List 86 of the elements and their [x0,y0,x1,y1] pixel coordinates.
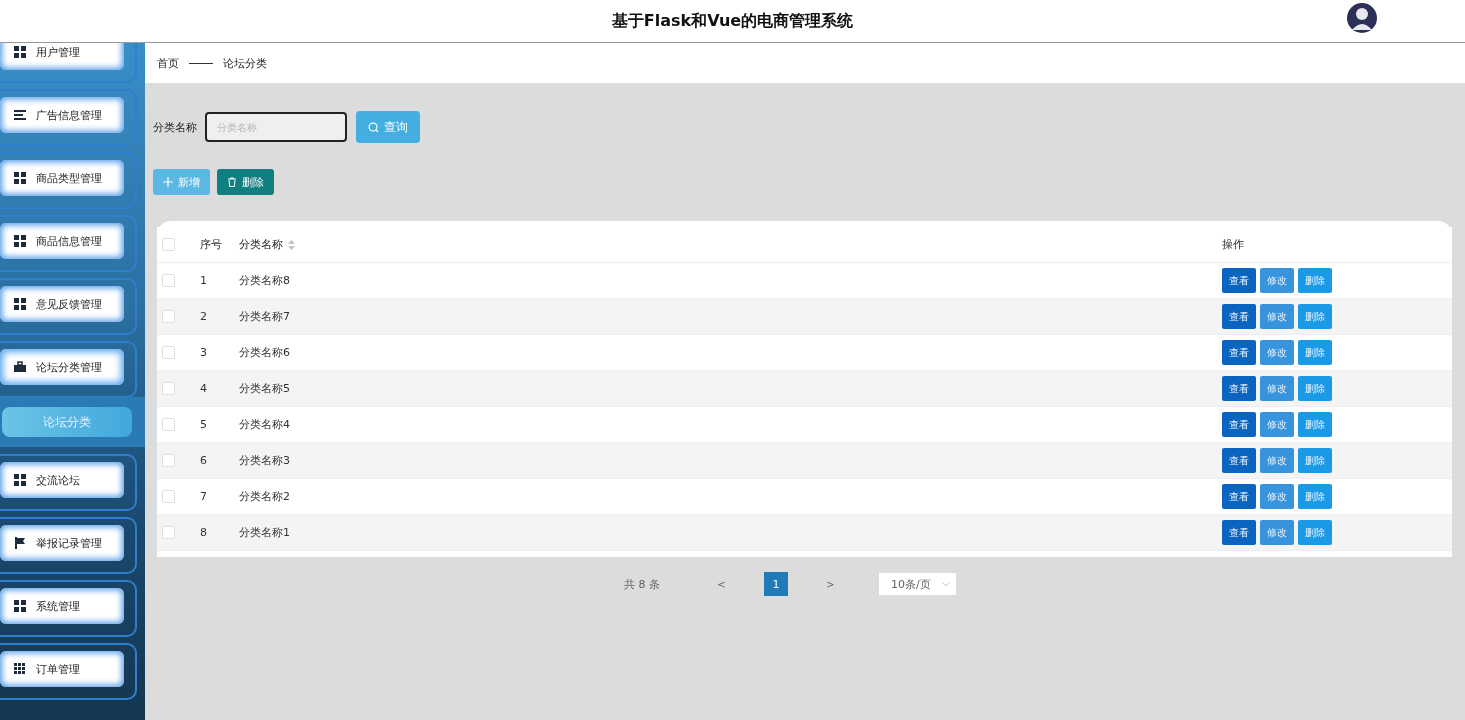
row-checkbox[interactable] [162,310,175,323]
table-cell: 7 [200,490,207,503]
edit-button[interactable]: 修改 [1260,268,1294,293]
menu-item[interactable]: 商品信息管理 [0,223,124,259]
search-label: 分类名称 [153,119,197,135]
delete-button[interactable]: 删除 [1298,484,1332,509]
grid-icon [14,298,26,310]
grid-icon [14,474,26,486]
row-checkbox[interactable] [162,346,175,359]
delete-button[interactable]: 删除 [1298,304,1332,329]
menu-item[interactable]: 交流论坛 [0,462,124,498]
menu-item[interactable]: 系统管理 [0,588,124,624]
view-button[interactable]: 查看 [1222,448,1256,473]
edit-button[interactable]: 修改 [1260,304,1294,329]
trash-icon [227,177,237,187]
table-cell: 分类名称5 [239,381,290,396]
lines-icon [14,109,26,121]
table-cell: 4 [200,382,207,395]
view-button[interactable]: 查看 [1222,304,1256,329]
page-size-select[interactable]: 10条/页 [879,573,956,595]
avatar-icon[interactable] [1347,3,1377,33]
chevron-down-icon [942,581,950,587]
table-cell: 分类名称8 [239,273,290,288]
row-checkbox[interactable] [162,454,175,467]
view-button[interactable]: 查看 [1222,412,1256,437]
grid-icon [14,172,26,184]
delete-button[interactable]: 删除 [1298,376,1332,401]
view-button[interactable]: 查看 [1222,340,1256,365]
column-header: 操作 [1222,237,1244,252]
breadcrumb-link[interactable]: 首页 [157,55,179,71]
sort-icon[interactable] [288,239,295,250]
view-button[interactable]: 查看 [1222,268,1256,293]
table-cell: 8 [200,526,207,539]
table-cell: 分类名称3 [239,453,290,468]
edit-button[interactable]: 修改 [1260,340,1294,365]
table-cell: 1 [200,274,207,287]
delete-button[interactable]: 删除 [1298,520,1332,545]
delete-button[interactable]: 删除 [1298,448,1332,473]
delete-button[interactable]: 删除 [217,169,274,195]
menu-item[interactable]: 举报记录管理 [0,525,124,561]
table-cell: 5 [200,418,207,431]
edit-button[interactable]: 修改 [1260,376,1294,401]
delete-button[interactable]: 删除 [1298,412,1332,437]
menu-item[interactable]: 意见反馈管理 [0,286,124,322]
table-cell: 2 [200,310,207,323]
plus-icon [163,177,173,187]
edit-button[interactable]: 修改 [1260,520,1294,545]
breadcrumb-link[interactable]: 论坛分类 [223,55,267,71]
menu-item[interactable]: 商品类型管理 [0,160,124,196]
search-button[interactable]: 查询 [356,111,420,143]
row-checkbox[interactable] [162,490,175,503]
flag-icon [14,537,26,549]
row-checkbox[interactable] [162,382,175,395]
next-page-button[interactable]: > [813,577,848,591]
page-button[interactable]: 1 [764,572,788,596]
table-cell: 分类名称4 [239,417,290,432]
view-button[interactable]: 查看 [1222,376,1256,401]
delete-button[interactable]: 删除 [1298,268,1332,293]
column-header[interactable]: 分类名称 [239,237,295,252]
menu-item[interactable]: 用户管理 [0,43,124,70]
row-checkbox[interactable] [162,526,175,539]
menu-item[interactable]: 论坛分类管理 [0,349,124,385]
table-cell: 分类名称7 [239,309,290,324]
prev-page-button[interactable]: < [704,577,739,591]
dots-grid-icon [14,663,26,675]
table-cell: 6 [200,454,207,467]
table-cell: 分类名称2 [239,489,290,504]
search-icon [368,121,379,133]
view-button[interactable]: 查看 [1222,520,1256,545]
select-all-checkbox[interactable] [162,238,175,251]
edit-button[interactable]: 修改 [1260,448,1294,473]
table-cell: 分类名称6 [239,345,290,360]
row-checkbox[interactable] [162,274,175,287]
table-cell: 3 [200,346,207,359]
edit-button[interactable]: 修改 [1260,412,1294,437]
briefcase-icon [14,361,26,373]
menu-item[interactable]: 订单管理 [0,651,124,687]
total-count: 共 8 条 [624,576,661,592]
row-checkbox[interactable] [162,418,175,431]
app-title: 基于Flask和Vue的电商管理系统 [611,10,854,32]
table-cell: 分类名称1 [239,525,290,540]
view-button[interactable]: 查看 [1222,484,1256,509]
delete-button[interactable]: 删除 [1298,340,1332,365]
edit-button[interactable]: 修改 [1260,484,1294,509]
menu-item[interactable]: 广告信息管理 [0,97,124,133]
column-header: 序号 [200,237,222,252]
